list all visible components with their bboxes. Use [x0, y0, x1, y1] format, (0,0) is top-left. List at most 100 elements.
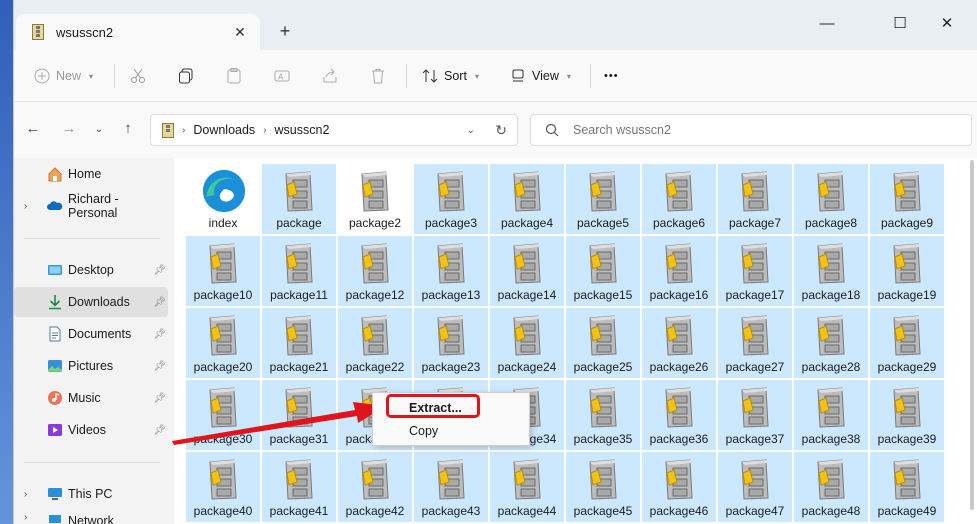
file-item[interactable]: package7 — [718, 164, 792, 234]
file-item[interactable]: package21 — [262, 308, 336, 378]
view-label: View — [532, 69, 559, 83]
sidebar-item-music[interactable]: Music 📌︎ — [14, 383, 168, 413]
sidebar-item-desktop[interactable]: Desktop 📌︎ — [14, 255, 168, 285]
close-window-button[interactable]: ✕ — [924, 10, 970, 38]
cabinet-file-icon — [665, 459, 693, 500]
file-item[interactable]: index — [186, 164, 260, 234]
file-item[interactable]: package40 — [186, 452, 260, 522]
file-item[interactable]: package45 — [566, 452, 640, 522]
file-name: package23 — [421, 360, 481, 374]
breadcrumb-downloads[interactable]: Downloads — [193, 123, 255, 137]
file-item[interactable]: package42 — [338, 452, 412, 522]
address-bar[interactable]: › Downloads › wsusscn2 ⌄ ↻ — [150, 114, 518, 146]
sidebar-item-home[interactable]: Home — [14, 159, 168, 189]
copy-button[interactable] — [178, 66, 194, 86]
file-item[interactable]: package4 — [490, 164, 564, 234]
pin-icon[interactable]: 📌︎ — [153, 425, 166, 436]
file-item[interactable]: package5 — [566, 164, 640, 234]
paste-button[interactable] — [226, 66, 242, 86]
sidebar-item-pictures[interactable]: Pictures 📌︎ — [14, 351, 168, 381]
close-tab-icon[interactable]: ✕ — [230, 24, 250, 41]
file-item[interactable]: package6 — [642, 164, 716, 234]
sidebar-item-onedrive[interactable]: › Richard - Personal — [14, 191, 168, 221]
sidebar-item-this-pc[interactable]: › This PC — [14, 479, 168, 509]
more-options-button[interactable]: ••• — [604, 66, 619, 86]
file-item[interactable]: package26 — [642, 308, 716, 378]
sidebar-item-documents[interactable]: Documents 📌︎ — [14, 319, 168, 349]
file-item[interactable]: package11 — [262, 236, 336, 306]
search-box[interactable] — [530, 114, 972, 146]
file-item[interactable]: package10 — [186, 236, 260, 306]
file-item[interactable]: package19 — [870, 236, 944, 306]
file-item[interactable]: package3 — [414, 164, 488, 234]
file-item[interactable]: package12 — [338, 236, 412, 306]
sidebar-item-downloads[interactable]: Downloads 📌︎ — [14, 287, 168, 317]
file-item[interactable]: package27 — [718, 308, 792, 378]
minimize-button[interactable]: — — [804, 10, 850, 38]
file-item[interactable]: package46 — [642, 452, 716, 522]
file-item[interactable]: package43 — [414, 452, 488, 522]
new-tab-button[interactable]: + — [276, 22, 294, 40]
up-button[interactable]: ↑ — [117, 120, 139, 137]
pin-icon[interactable]: 📌︎ — [153, 265, 166, 276]
forward-button[interactable]: → — [58, 120, 80, 137]
cabinet-file-icon — [665, 243, 693, 284]
file-item[interactable]: package38 — [794, 380, 868, 450]
recent-locations-button[interactable]: ⌄ — [88, 124, 110, 135]
file-item[interactable]: package9 — [870, 164, 944, 234]
refresh-icon[interactable]: ↻ — [495, 122, 507, 139]
file-item[interactable]: package23 — [414, 308, 488, 378]
view-button[interactable]: View ▾ — [510, 66, 571, 86]
sidebar-item-videos[interactable]: Videos 📌︎ — [14, 415, 168, 445]
file-item[interactable]: package29 — [870, 308, 944, 378]
breadcrumb-wsusscn2[interactable]: wsusscn2 — [275, 123, 330, 137]
chevron-right-icon[interactable]: › — [24, 512, 27, 523]
pin-icon[interactable]: 📌︎ — [153, 393, 166, 404]
sidebar-item-network[interactable]: › Network — [14, 509, 168, 524]
chevron-down-icon[interactable]: ⌄ — [467, 125, 475, 136]
sort-button[interactable]: Sort ▾ — [422, 66, 479, 86]
file-item[interactable]: package2 — [338, 164, 412, 234]
file-item[interactable]: package14 — [490, 236, 564, 306]
file-item[interactable]: package48 — [794, 452, 868, 522]
back-button[interactable]: ← — [22, 120, 44, 137]
file-item[interactable]: package30 — [186, 380, 260, 450]
chevron-right-icon[interactable]: › — [24, 201, 27, 212]
file-item[interactable]: package — [262, 164, 336, 234]
file-item[interactable]: package41 — [262, 452, 336, 522]
file-item[interactable]: package49 — [870, 452, 944, 522]
file-item[interactable]: package16 — [642, 236, 716, 306]
delete-button[interactable] — [370, 66, 386, 86]
file-item[interactable]: package8 — [794, 164, 868, 234]
vertical-scrollbar[interactable] — [970, 160, 974, 510]
file-item[interactable]: package22 — [338, 308, 412, 378]
file-item[interactable]: package28 — [794, 308, 868, 378]
file-item[interactable]: package20 — [186, 308, 260, 378]
new-button[interactable]: New ▾ — [34, 66, 93, 86]
file-item[interactable]: package47 — [718, 452, 792, 522]
cut-button[interactable] — [130, 66, 146, 86]
rename-button[interactable]: A — [274, 66, 290, 86]
pin-icon[interactable]: 📌︎ — [153, 297, 166, 308]
file-item[interactable]: package24 — [490, 308, 564, 378]
tab-wsusscn2[interactable]: wsusscn2 ✕ — [16, 14, 260, 50]
search-input[interactable] — [573, 123, 953, 137]
pin-icon[interactable]: 📌︎ — [153, 361, 166, 372]
file-item[interactable]: package39 — [870, 380, 944, 450]
file-item[interactable]: package37 — [718, 380, 792, 450]
file-item[interactable]: package25 — [566, 308, 640, 378]
file-name: package21 — [269, 360, 329, 374]
file-item[interactable]: package44 — [490, 452, 564, 522]
file-item[interactable]: package35 — [566, 380, 640, 450]
file-item[interactable]: package36 — [642, 380, 716, 450]
share-button[interactable] — [322, 66, 338, 86]
file-item[interactable]: package13 — [414, 236, 488, 306]
pin-icon[interactable]: 📌︎ — [153, 329, 166, 340]
file-item[interactable]: package31 — [262, 380, 336, 450]
copy-menu-item[interactable]: Copy — [409, 424, 438, 438]
maximize-button[interactable]: ☐ — [877, 10, 923, 38]
file-item[interactable]: package15 — [566, 236, 640, 306]
chevron-right-icon[interactable]: › — [24, 489, 27, 500]
file-item[interactable]: package18 — [794, 236, 868, 306]
file-item[interactable]: package17 — [718, 236, 792, 306]
